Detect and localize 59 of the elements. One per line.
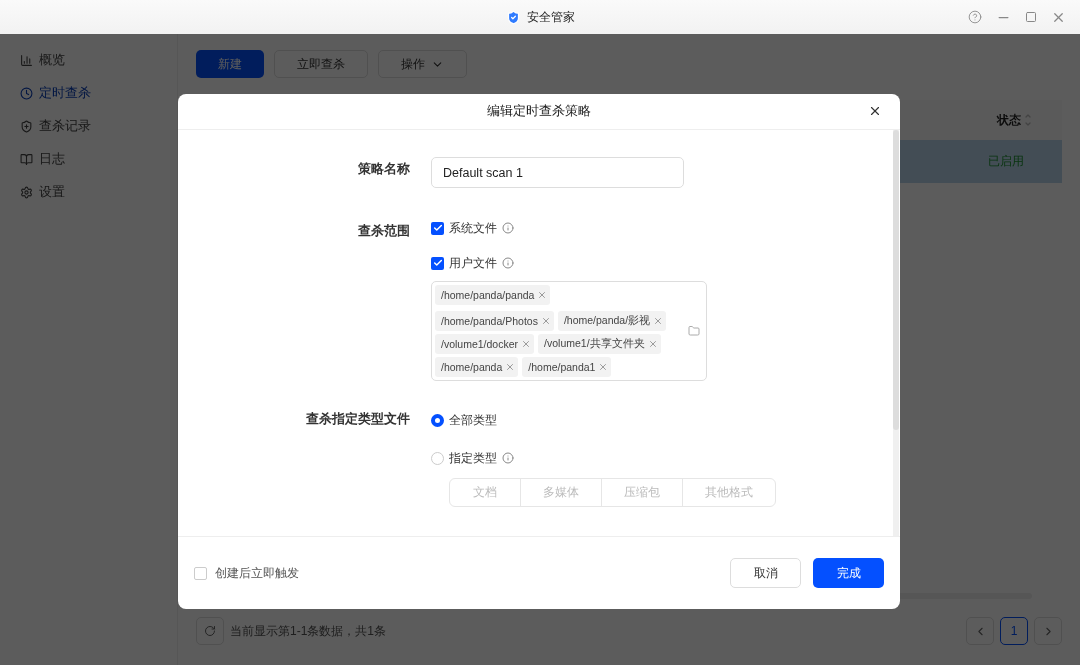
remove-icon[interactable]	[647, 339, 658, 349]
remove-icon[interactable]	[505, 362, 516, 372]
name-input[interactable]: Default scan 1	[431, 157, 684, 188]
dialog-title: 编辑定时查杀策略	[487, 103, 591, 120]
dropdown-button[interactable]: 操作	[378, 50, 467, 78]
field-label: 策略名称	[357, 161, 410, 178]
sidebar-item[interactable]: 设置	[20, 182, 177, 202]
option-label: 创建后立即触发	[215, 564, 299, 582]
path-tag: /home/panda/影视	[557, 311, 667, 331]
checkbox[interactable]	[431, 256, 444, 270]
book-icon	[20, 152, 33, 166]
maximize-icon[interactable]	[1025, 11, 1037, 23]
scrollbar-thumb[interactable]	[893, 130, 899, 430]
option-label: 指定类型	[449, 449, 497, 467]
remove-icon[interactable]	[653, 316, 664, 326]
path-tag: /volume1/docker	[435, 334, 535, 354]
shield-icon	[20, 119, 33, 133]
help-icon[interactable]	[968, 10, 982, 24]
remove-icon[interactable]	[598, 362, 609, 372]
cancel-button[interactable]: 取消	[730, 558, 801, 588]
info-icon[interactable]	[502, 222, 514, 234]
page-button[interactable]: 1	[1000, 617, 1028, 645]
confirm-button[interactable]: 完成	[813, 558, 884, 588]
gear-icon	[20, 185, 33, 199]
path-tag: /volume1/共享文件夹	[538, 334, 661, 354]
remove-icon[interactable]	[540, 316, 551, 326]
folder-icon[interactable]	[688, 325, 700, 337]
refresh-icon	[204, 625, 216, 637]
radio-button[interactable]	[431, 413, 444, 427]
path-tag: /home/panda/panda	[435, 285, 551, 305]
path-tag: /home/panda1	[522, 357, 612, 377]
checkbox[interactable]	[431, 221, 444, 235]
chart-icon	[20, 53, 33, 67]
status-text: 已启用	[988, 153, 1024, 170]
toolbar-button[interactable]: 立即查杀	[274, 50, 368, 78]
sidebar-item[interactable]: 定时查杀	[20, 83, 177, 103]
option-label: 系统文件	[449, 219, 497, 237]
close-button[interactable]	[868, 104, 882, 118]
option-label: 用户文件	[449, 254, 497, 272]
option-label: 全部类型	[449, 411, 497, 429]
refresh-button[interactable]	[196, 617, 224, 645]
field-label: 查杀范围	[357, 223, 410, 240]
clock-icon	[20, 86, 33, 100]
sidebar-item[interactable]: 概览	[20, 50, 177, 70]
checkbox[interactable]	[194, 566, 207, 580]
app-logo-icon	[505, 9, 521, 25]
info-icon[interactable]	[502, 452, 514, 464]
remove-icon[interactable]	[521, 339, 532, 349]
sidebar-item[interactable]: 查杀记录	[20, 116, 177, 136]
sidebar-item[interactable]: 日志	[20, 149, 177, 169]
path-select-field[interactable]: /home/panda/panda /home/panda/Photos /home/panda/影视 /volume1/docker /volume1/共享文件夹 /home/panda /home/panda1	[431, 281, 707, 381]
window-title: 安全管家	[526, 8, 575, 26]
path-tag: /home/panda	[435, 357, 519, 377]
path-tag: /home/panda/Photos	[435, 311, 554, 331]
field-label: 查杀指定类型文件	[305, 411, 410, 428]
info-icon[interactable]	[502, 257, 514, 269]
remove-icon[interactable]	[537, 290, 548, 300]
column-header[interactable]: 状态	[997, 111, 1032, 129]
toolbar-button[interactable]: 新建	[196, 50, 264, 78]
